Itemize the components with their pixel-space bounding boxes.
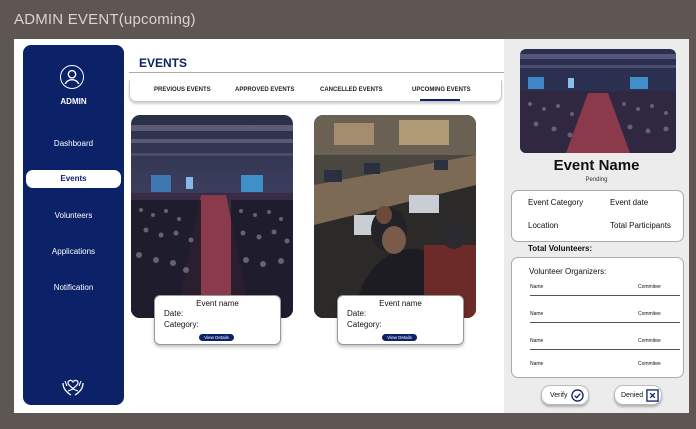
title-divider — [129, 72, 504, 73]
sidebar-item-dashboard[interactable]: Dashboard — [23, 139, 124, 148]
admin-label: ADMIN — [60, 97, 87, 106]
tab-previous-events[interactable]: PREVIOUS EVENTS — [154, 87, 211, 93]
sidebar: ADMIN Dashboard Events Volunteers Applic… — [23, 45, 124, 405]
sidebar-item-notification[interactable]: Notification — [23, 283, 124, 292]
hands-heart-logo-icon — [61, 375, 85, 397]
frame-title: ADMIN EVENT(upcoming) — [14, 11, 196, 28]
volunteer-organizers-title: Volunteer Organizers: — [529, 267, 607, 276]
organizer-row: Name Commitee — [530, 361, 680, 373]
app-window: ADMIN Dashboard Events Volunteers Applic… — [14, 39, 689, 413]
event-name: Event name — [379, 299, 422, 308]
sidebar-item-applications[interactable]: Applications — [23, 247, 124, 256]
tab-upcoming-events[interactable]: UPCOMING EVENTS — [412, 87, 471, 93]
event-card-photo[interactable] — [131, 115, 293, 318]
event-detail-panel: Event Name Pending Event Category Event … — [504, 39, 689, 413]
check-circle-icon — [571, 389, 584, 402]
meeting-room-image — [314, 115, 476, 318]
active-tab-indicator — [420, 99, 460, 101]
denied-button[interactable]: Denied — [614, 385, 662, 405]
event-category-field: Event Category — [528, 198, 584, 207]
organizer-role: Commitee — [638, 338, 661, 344]
detail-status: Pending — [585, 177, 608, 183]
event-category-label: Category: — [347, 320, 382, 329]
user-circle-icon[interactable] — [60, 65, 84, 89]
event-date-field: Event date — [610, 198, 649, 207]
location-field: Location — [528, 221, 559, 230]
event-info-box: Event Category Event date Location Total… — [511, 190, 684, 242]
organizer-name: Name — [530, 338, 544, 344]
detail-event-name: Event Name — [553, 157, 640, 174]
volunteer-organizers-box: Volunteer Organizers: Name Commitee Name… — [511, 257, 684, 378]
tab-cancelled-events[interactable]: CANCELLED EVENTS — [320, 87, 383, 93]
organizer-role: Commitee — [638, 361, 661, 367]
event-card-info: Event name Date: Category: View Details — [337, 295, 464, 345]
event-date-label: Date: — [347, 309, 367, 318]
view-details-button[interactable]: View Details — [382, 334, 417, 341]
organizer-row: Name Commitee — [530, 284, 680, 296]
event-name: Event name — [196, 299, 239, 308]
total-participants-field: Total Participants — [610, 221, 671, 230]
organizer-name: Name — [530, 361, 544, 367]
event-category-label: Category: — [164, 320, 199, 329]
event-date-label: Date: — [164, 309, 184, 318]
conference-hall-image — [131, 115, 293, 318]
event-tabs: PREVIOUS EVENTS APPROVED EVENTS CANCELLE… — [129, 80, 502, 102]
event-card-info: Event name Date: Category: View Details — [154, 295, 281, 345]
view-details-button[interactable]: View Details — [199, 334, 234, 341]
verify-button[interactable]: Verify — [541, 385, 589, 405]
sidebar-item-events[interactable]: Events — [26, 170, 121, 188]
total-volunteers-label: Total Volunteers: — [528, 244, 593, 253]
organizer-role: Commitee — [638, 284, 661, 290]
verify-label: Verify — [550, 392, 568, 399]
event-detail-image — [520, 49, 676, 153]
sidebar-item-volunteers[interactable]: Volunteers — [23, 211, 124, 220]
organizer-row: Name Commitee — [530, 338, 680, 350]
page-title: EVENTS — [139, 56, 188, 70]
denied-label: Denied — [621, 392, 644, 399]
x-square-icon — [646, 389, 659, 402]
tab-approved-events[interactable]: APPROVED EVENTS — [235, 87, 294, 93]
organizer-role: Commitee — [638, 311, 661, 317]
organizer-name: Name — [530, 284, 544, 290]
event-card-photo[interactable] — [314, 115, 476, 318]
organizer-name: Name — [530, 311, 544, 317]
organizer-row: Name Commitee — [530, 311, 680, 323]
